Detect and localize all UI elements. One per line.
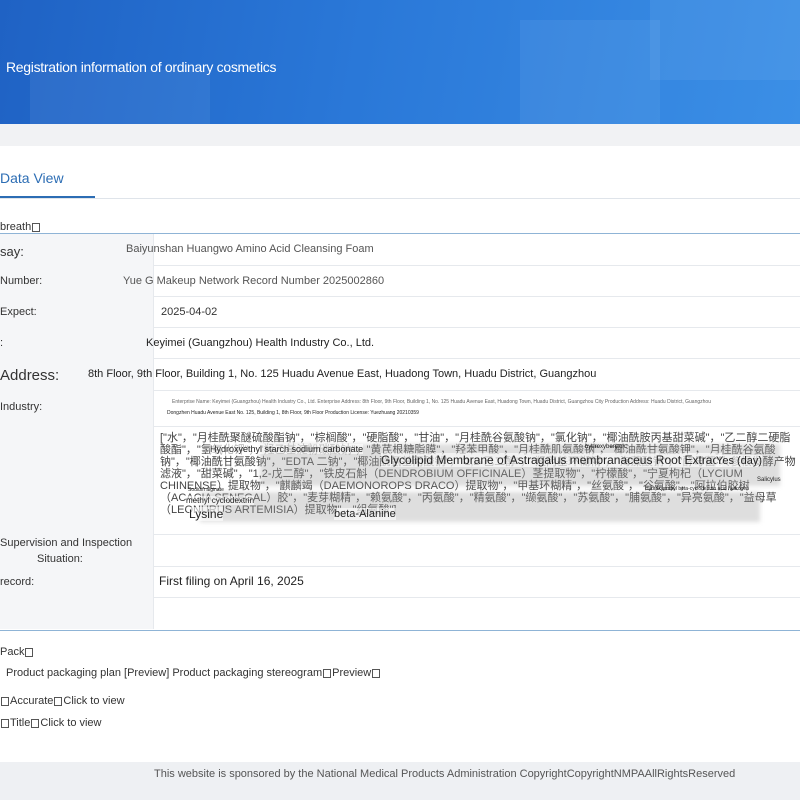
tab-data-view[interactable]: Data View (0, 170, 64, 186)
record-table: say: Baiyunshan Huangwo Amino Acid Clean… (0, 233, 800, 631)
row-label: : (0, 327, 154, 358)
title-view-link[interactable]: Click to view (40, 717, 101, 729)
table-row: Industry: Enterprise Name: Keyimei (Guan… (0, 390, 800, 427)
tab-bar: Data View (0, 146, 800, 199)
ingredient-translation: Hydroxyethyl starch sodium carbonate (210, 444, 364, 454)
blurred-region (200, 492, 760, 522)
banner-decoration (650, 0, 800, 80)
company-value: Keyimei (Guangzhou) Health Industry Co.,… (146, 337, 375, 349)
missing-glyph-icon (32, 222, 41, 232)
ingredient-translation: Sodium alginate (188, 487, 224, 493)
filing-date-value: 2025-04-02 (161, 306, 218, 318)
section-heading-text: breath (0, 221, 32, 233)
supervision-label: Supervision and Inspection (0, 537, 133, 549)
producer-info-line: Enterprise Name: Keyimei (Guangzhou) Hea… (172, 399, 711, 405)
ingredient-translation: Yes (day) (716, 455, 763, 467)
table-row: say: Baiyunshan Huangwo Amino Acid Clean… (0, 234, 800, 266)
table-row: Number: Yue G Makeup Network Record Numb… (0, 265, 800, 297)
preview-link[interactable]: Preview (332, 667, 371, 679)
section-heading: breath (0, 221, 41, 233)
ingredient-translation: beta-Alanine (334, 508, 396, 520)
packaging-links: Product packaging plan [Preview] Product… (6, 667, 381, 679)
ingredient-translation: Lysine (189, 507, 224, 521)
footer: This website is sponsored by the Nationa… (0, 762, 800, 800)
missing-glyph-icon (1, 718, 9, 728)
ingredient-translation: hydroxybenzoic (585, 444, 627, 450)
banner-divider (0, 124, 800, 146)
company-label: : (0, 337, 4, 349)
table-row: Supervision and Inspection Situation: (0, 534, 800, 567)
accurate-label: Accurate (10, 695, 54, 707)
packaging-heading-text: Pack (0, 646, 25, 658)
table-row: Expect: 2025-04-02 (0, 296, 800, 328)
missing-glyph-icon (323, 668, 332, 678)
producer-label: Industry: (0, 401, 43, 413)
table-row: record: First filing on April 16, 2025 (0, 566, 800, 598)
missing-glyph-icon (372, 668, 381, 678)
product-name-value: Baiyunshan Huangwo Amino Acid Cleansing … (126, 243, 374, 255)
supervision-label: Situation: (37, 553, 83, 565)
banner-decoration (30, 70, 210, 124)
product-name-label: say: (0, 244, 24, 259)
row-label: Supervision and Inspection Situation: (0, 534, 154, 566)
accurate-row: Accurate Click to view (0, 695, 125, 707)
record-number-label: Number: (0, 275, 43, 287)
tab-active-indicator (0, 196, 95, 198)
missing-glyph-icon (1, 696, 9, 706)
packaging-heading: Pack (0, 646, 34, 658)
row-label: Industry: (0, 390, 154, 426)
missing-glyph-icon (25, 647, 34, 657)
ingredient-translation: Hydroxypropyl beta-cyclodextrin acid hyd… (645, 486, 749, 492)
ingredient-translation: Salicylus (757, 477, 781, 483)
filing-status-value: First filing on April 16, 2025 (159, 574, 304, 588)
address-value: 8th Floor, 9th Floor, Building 1, No. 12… (88, 368, 597, 380)
record-number-value: Yue G Makeup Network Record Number 20250… (123, 275, 385, 287)
table-row: Address: 8th Floor, 9th Floor, Building … (0, 358, 800, 391)
row-label: Expect: (0, 296, 154, 327)
address-label: Address: (0, 367, 60, 384)
row-label (0, 597, 154, 629)
table-row (0, 597, 800, 629)
header-banner: Registration information of ordinary cos… (0, 0, 800, 124)
page-title: Registration information of ordinary cos… (6, 59, 277, 75)
accurate-view-link[interactable]: Click to view (63, 695, 124, 707)
banner-decoration (520, 20, 660, 124)
table-row: : Keyimei (Guangzhou) Health Industry Co… (0, 327, 800, 359)
filing-date-label: Expect: (0, 306, 37, 318)
packaging-links-text[interactable]: Product packaging plan [Preview] Product… (6, 667, 322, 679)
row-label (0, 426, 154, 534)
title-label: Title (10, 717, 31, 729)
missing-glyph-icon (54, 696, 63, 706)
ingredient-translation: Glycolipid Membrane of Astragalus membra… (381, 453, 722, 467)
filing-status-label: record: (0, 576, 35, 588)
ingredient-translation: methyl cyclodextrin (186, 496, 255, 505)
title-row: Title Click to view (0, 717, 102, 729)
producer-info-line: Dongzhen Huadu Avenue East No. 125, Buil… (167, 410, 419, 416)
footer-copyright: This website is sponsored by the Nationa… (154, 768, 736, 780)
missing-glyph-icon (31, 718, 40, 728)
table-row: ["水"，"月桂酰聚醚硫酸酯钠"，"棕榈酸"，"硬脂酸"，"甘油"，"月桂酰谷氨… (0, 426, 800, 535)
row-label: record: (0, 566, 154, 597)
